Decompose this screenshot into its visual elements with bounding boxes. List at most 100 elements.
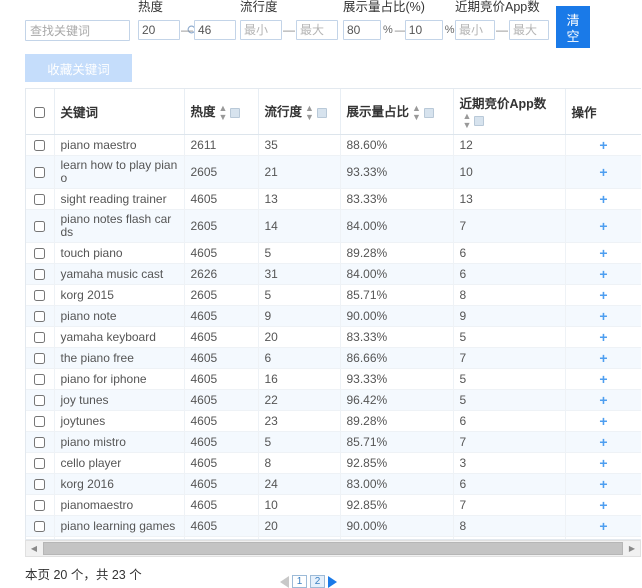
cell-action[interactable]: +: [565, 242, 641, 264]
help-icon-popularity[interactable]: [316, 107, 327, 118]
row-select-cell[interactable]: [26, 326, 55, 348]
row-select-cell[interactable]: [26, 242, 55, 264]
add-keyword-icon[interactable]: +: [572, 435, 636, 449]
scroll-right-arrow-icon[interactable]: ▶: [624, 541, 640, 556]
row-select-cell[interactable]: [26, 368, 55, 390]
table-row[interactable]: korg 2015 2605 5 85.71% 8 +: [26, 284, 641, 306]
cell-action[interactable]: +: [565, 452, 641, 474]
help-icon-heat[interactable]: [230, 107, 241, 118]
row-checkbox[interactable]: [34, 193, 46, 205]
row-select-cell[interactable]: [26, 494, 55, 516]
pagination-page-2[interactable]: 2: [310, 575, 325, 588]
cell-action[interactable]: +: [565, 515, 641, 537]
row-checkbox[interactable]: [34, 220, 46, 232]
row-select-cell[interactable]: [26, 134, 55, 156]
row-select-cell[interactable]: [26, 188, 55, 210]
sort-icon-bidapps[interactable]: ▲ ▼: [463, 112, 472, 130]
table-row[interactable]: yamaha keyboard 4605 20 83.33% 5 +: [26, 326, 641, 348]
add-keyword-icon[interactable]: +: [572, 309, 636, 323]
sort-icon-popularity[interactable]: ▲ ▼: [305, 103, 314, 122]
add-keyword-icon[interactable]: +: [572, 519, 636, 533]
add-keyword-icon[interactable]: +: [572, 456, 636, 470]
add-keyword-icon[interactable]: +: [572, 372, 636, 386]
row-checkbox[interactable]: [34, 247, 46, 259]
filter-bidapps-min-input[interactable]: [455, 20, 495, 40]
row-select-cell[interactable]: [26, 263, 55, 285]
row-checkbox[interactable]: [34, 289, 46, 301]
select-all-header[interactable]: [26, 89, 55, 135]
row-checkbox[interactable]: [34, 499, 46, 511]
row-select-cell[interactable]: [26, 347, 55, 369]
column-header-popularity[interactable]: 流行度 ▲ ▼: [258, 89, 341, 135]
row-checkbox[interactable]: [34, 415, 46, 427]
add-keyword-icon[interactable]: +: [572, 414, 636, 428]
table-row[interactable]: pianomaestro 4605 10 92.85% 7 +: [26, 494, 641, 516]
row-select-cell[interactable]: [26, 431, 55, 453]
cell-action[interactable]: +: [565, 326, 641, 348]
row-checkbox[interactable]: [34, 394, 46, 406]
filter-bidapps-max-input[interactable]: [509, 20, 549, 40]
cell-action[interactable]: +: [565, 494, 641, 516]
add-keyword-icon[interactable]: +: [572, 351, 636, 365]
scroll-left-arrow-icon[interactable]: ◀: [26, 541, 42, 556]
cell-action[interactable]: +: [565, 263, 641, 285]
row-select-cell[interactable]: [26, 389, 55, 411]
filter-share-min-input[interactable]: [343, 20, 381, 40]
add-keyword-icon[interactable]: +: [572, 498, 636, 512]
pagination-page-1[interactable]: 1: [292, 575, 307, 588]
cell-action[interactable]: +: [565, 473, 641, 495]
table-row[interactable]: piano maestro 2611 35 88.60% 12 +: [26, 134, 641, 156]
add-keyword-icon[interactable]: +: [572, 477, 636, 491]
row-checkbox[interactable]: [34, 478, 46, 490]
row-checkbox[interactable]: [34, 457, 46, 469]
search-box[interactable]: [25, 20, 198, 41]
column-header-heat[interactable]: 热度 ▲ ▼: [184, 89, 259, 135]
column-header-bidapps[interactable]: 近期竞价App数 ▲ ▼: [453, 89, 566, 135]
add-keyword-icon[interactable]: +: [572, 267, 636, 281]
cell-action[interactable]: +: [565, 305, 641, 327]
filter-heat-max-input[interactable]: [194, 20, 236, 40]
favorite-keyword-button[interactable]: 收藏关键词: [25, 54, 132, 82]
add-keyword-icon[interactable]: +: [572, 288, 636, 302]
add-keyword-icon[interactable]: +: [572, 138, 636, 152]
filter-heat-min-input[interactable]: [138, 20, 180, 40]
row-select-cell[interactable]: [26, 209, 55, 243]
add-keyword-icon[interactable]: +: [572, 246, 636, 260]
filter-popularity-max-input[interactable]: [296, 20, 338, 40]
table-row[interactable]: piano note 4605 9 90.00% 9 +: [26, 305, 641, 327]
row-checkbox[interactable]: [34, 436, 46, 448]
help-icon-share[interactable]: [423, 107, 434, 118]
row-checkbox[interactable]: [34, 166, 46, 178]
add-keyword-icon[interactable]: +: [572, 192, 636, 206]
row-checkbox[interactable]: [34, 331, 46, 343]
table-row[interactable]: the piano free 4605 6 86.66% 7 +: [26, 347, 641, 369]
row-checkbox[interactable]: [34, 373, 46, 385]
table-row[interactable]: sight reading trainer 4605 13 83.33% 13 +: [26, 188, 641, 210]
cell-action[interactable]: +: [565, 410, 641, 432]
row-checkbox[interactable]: [34, 139, 46, 151]
sort-icon-heat[interactable]: ▲ ▼: [219, 103, 228, 122]
select-all-checkbox[interactable]: [34, 106, 46, 118]
cell-action[interactable]: +: [565, 284, 641, 306]
table-row[interactable]: touch piano 4605 5 89.28% 6 +: [26, 242, 641, 264]
cell-action[interactable]: +: [565, 155, 641, 189]
horizontal-scrollbar[interactable]: ◀ ▶: [25, 540, 641, 557]
cell-action[interactable]: +: [565, 431, 641, 453]
sort-icon-share[interactable]: ▲ ▼: [412, 103, 421, 122]
row-checkbox[interactable]: [34, 268, 46, 280]
row-select-cell[interactable]: [26, 305, 55, 327]
row-select-cell[interactable]: [26, 155, 55, 189]
table-row[interactable]: piano notes flash cards 2605 14 84.00% 7 +: [26, 209, 641, 243]
row-checkbox[interactable]: [34, 310, 46, 322]
filter-share-max-input[interactable]: [404, 20, 443, 40]
help-icon-bidapps[interactable]: [474, 116, 485, 126]
cell-action[interactable]: +: [565, 134, 641, 156]
row-select-cell[interactable]: [26, 515, 55, 537]
add-keyword-icon[interactable]: +: [572, 330, 636, 344]
row-select-cell[interactable]: [26, 473, 55, 495]
cell-action[interactable]: +: [565, 188, 641, 210]
cell-action[interactable]: +: [565, 347, 641, 369]
table-row[interactable]: piano mistro 4605 5 85.71% 7 +: [26, 431, 641, 453]
table-row[interactable]: joytunes 4605 23 89.28% 6 +: [26, 410, 641, 432]
add-keyword-icon[interactable]: +: [572, 393, 636, 407]
